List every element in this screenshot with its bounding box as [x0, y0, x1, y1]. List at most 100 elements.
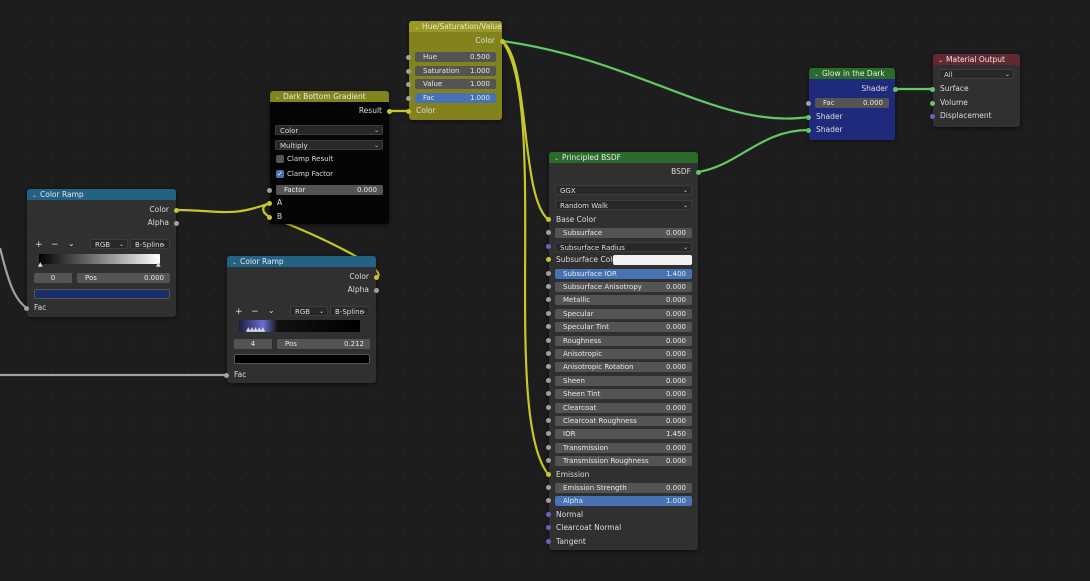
input-volume-socket[interactable] [930, 101, 935, 106]
stop-position-field[interactable]: Pos 0.000 [77, 273, 170, 283]
output-result-socket[interactable] [387, 109, 392, 114]
input-hue-socket[interactable] [406, 55, 411, 60]
input-sheen-socket[interactable] [546, 378, 551, 383]
input-saturation-socket[interactable] [406, 69, 411, 74]
input-sheen-tint-socket[interactable] [546, 391, 551, 396]
node-header[interactable]: ⌄ Color Ramp [27, 189, 176, 200]
color-ramp-node-1[interactable]: ⌄ Color Ramp Color Alpha + − ⌄ RGB ⌄ B-Spl… [24, 189, 179, 317]
active-stop-index-field[interactable]: 4 [234, 339, 272, 349]
hue-field[interactable]: Hue 0.500 [415, 52, 496, 62]
saturation-field[interactable]: Saturation 1.000 [415, 66, 496, 76]
ramp-menu-chevron-icon[interactable]: ⌄ [68, 239, 75, 248]
subsurface-method-dropdown[interactable]: Random Walk ⌄ [555, 200, 692, 210]
input-displacement-socket[interactable] [930, 114, 935, 119]
input-value-socket[interactable] [406, 82, 411, 87]
input-specular-tint-socket[interactable] [546, 324, 551, 329]
specular-tint-field[interactable]: Specular Tint 0.000 [555, 322, 692, 332]
input-subsurface-color-socket[interactable] [546, 257, 551, 262]
remove-stop-button[interactable]: − [251, 307, 259, 317]
subsurface-anisotropy-field[interactable]: Subsurface Anisotropy 0.000 [555, 282, 692, 292]
transmission-field[interactable]: Transmission 0.000 [555, 443, 692, 453]
subsurface-field[interactable]: Subsurface 0.000 [555, 228, 692, 238]
input-factor-socket[interactable] [267, 188, 272, 193]
sheen-field[interactable]: Sheen 0.000 [555, 376, 692, 386]
node-header[interactable]: ⌄ Hue/Saturation/Value [409, 21, 502, 32]
anisotropic-field[interactable]: Anisotropic 0.000 [555, 349, 692, 359]
collapse-chevron-icon[interactable]: ⌄ [232, 257, 240, 267]
color-ramp-gradient[interactable] [39, 254, 160, 264]
node-header[interactable]: ⌄ Dark Bottom Gradient [270, 91, 389, 102]
output-color-socket[interactable] [500, 39, 505, 44]
input-fac-socket[interactable] [806, 101, 811, 106]
output-color-socket[interactable] [374, 275, 379, 280]
factor-field[interactable]: Factor 0.000 [276, 185, 383, 195]
clamp-result-checkbox[interactable] [276, 155, 284, 163]
ramp-stop-handles-icon[interactable]: ▲▲▲▲▲ [246, 326, 265, 333]
input-clearcoat-socket[interactable] [546, 405, 551, 410]
ramp-menu-chevron-icon[interactable]: ⌄ [268, 306, 275, 315]
output-alpha-socket[interactable] [174, 221, 179, 226]
input-subsurface-anisotropy-socket[interactable] [546, 284, 551, 289]
ior-field[interactable]: IOR 1.450 [555, 429, 692, 439]
input-transmission-roughness-socket[interactable] [546, 458, 551, 463]
active-stop-index-field[interactable]: 0 [34, 273, 72, 283]
input-surface-socket[interactable] [930, 87, 935, 92]
roughness-field[interactable]: Roughness 0.000 [555, 336, 692, 346]
interpolation-dropdown[interactable]: B-Spline ⌄ [130, 239, 170, 249]
input-alpha-socket[interactable] [546, 498, 551, 503]
input-base-color-socket[interactable] [546, 217, 551, 222]
clearcoat-roughness-field[interactable]: Clearcoat Roughness 0.000 [555, 416, 692, 426]
collapse-chevron-icon[interactable]: ⌄ [275, 92, 283, 102]
output-color-socket[interactable] [174, 208, 179, 213]
ramp-stop-handle-icon[interactable]: ▲ [38, 261, 43, 268]
value-field[interactable]: Value 1.000 [415, 79, 496, 89]
input-subsurface-socket[interactable] [546, 230, 551, 235]
stop-color-swatch[interactable] [34, 289, 170, 299]
input-emission-socket[interactable] [546, 472, 551, 477]
collapse-chevron-icon[interactable]: ⌄ [554, 153, 562, 163]
dark-bottom-gradient-node[interactable]: ⌄ Dark Bottom Gradient Result Color ⌄ Mult… [267, 91, 392, 224]
fac-field[interactable]: Fac 1.000 [415, 93, 496, 103]
subsurface-color-swatch[interactable] [613, 255, 692, 265]
input-fac-socket[interactable] [24, 306, 29, 311]
target-dropdown[interactable]: All ⌄ [939, 69, 1014, 79]
fac-field[interactable]: Fac 0.000 [815, 98, 889, 108]
transmission-roughness-field[interactable]: Transmission Roughness 0.000 [555, 456, 692, 466]
stop-color-swatch[interactable] [234, 354, 370, 364]
interpolation-dropdown[interactable]: B-Spline ⌄ [330, 306, 370, 316]
input-roughness-socket[interactable] [546, 338, 551, 343]
add-stop-button[interactable]: + [35, 240, 43, 250]
input-specular-socket[interactable] [546, 311, 551, 316]
remove-stop-button[interactable]: − [51, 240, 59, 250]
data-type-dropdown[interactable]: Color ⌄ [275, 125, 383, 135]
color-mode-dropdown[interactable]: RGB ⌄ [290, 306, 328, 316]
collapse-chevron-icon[interactable]: ⌄ [938, 55, 946, 65]
input-metallic-socket[interactable] [546, 297, 551, 302]
input-shader-1-socket[interactable] [806, 115, 811, 120]
color-ramp-node-2[interactable]: ⌄ Color Ramp Color Alpha + − ⌄ RGB ⌄ B-Spl… [224, 256, 379, 383]
metallic-field[interactable]: Metallic 0.000 [555, 295, 692, 305]
input-normal-socket[interactable] [546, 512, 551, 517]
node-header[interactable]: ⌄ Principled BSDF [549, 152, 698, 163]
node-header[interactable]: ⌄ Material Output [933, 54, 1020, 65]
stop-position-field[interactable]: Pos 0.212 [277, 339, 370, 349]
output-alpha-socket[interactable] [374, 288, 379, 293]
input-b-socket[interactable] [267, 215, 272, 220]
input-transmission-socket[interactable] [546, 445, 551, 450]
input-anisotropic-rotation-socket[interactable] [546, 364, 551, 369]
collapse-chevron-icon[interactable]: ⌄ [32, 190, 40, 200]
collapse-chevron-icon[interactable]: ⌄ [414, 22, 422, 32]
distribution-dropdown[interactable]: GGX ⌄ [555, 185, 692, 195]
input-shader-2-socket[interactable] [806, 128, 811, 133]
material-output-node[interactable]: ⌄ Material Output All ⌄ Surface Volume Dis… [930, 54, 1020, 127]
blend-mode-dropdown[interactable]: Multiply ⌄ [275, 140, 383, 150]
node-header[interactable]: ⌄ Glow in the Dark [809, 68, 895, 79]
input-clearcoat-normal-socket[interactable] [546, 525, 551, 530]
input-color-socket[interactable] [406, 109, 411, 114]
ramp-stop-handle-icon[interactable]: ▲ [156, 261, 161, 268]
sheen-tint-field[interactable]: Sheen Tint 0.000 [555, 389, 692, 399]
output-bsdf-socket[interactable] [696, 170, 701, 175]
anisotropic-rotation-field[interactable]: Anisotropic Rotation 0.000 [555, 362, 692, 372]
input-tangent-socket[interactable] [546, 539, 551, 544]
principled-bsdf-node[interactable]: ⌄ Principled BSDF BSDF GGX ⌄ Random Walk ⌄ … [546, 152, 701, 550]
